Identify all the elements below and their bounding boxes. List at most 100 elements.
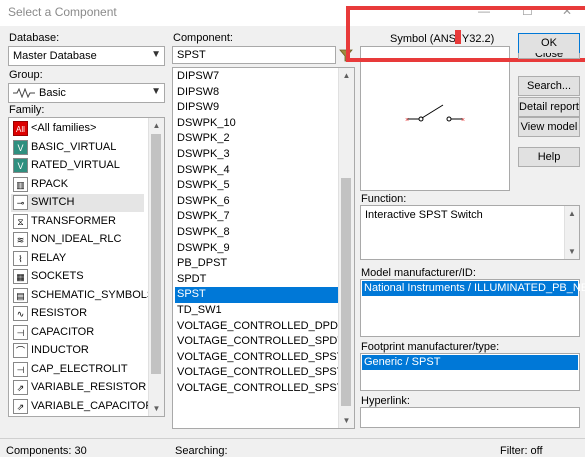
group-label: Group: (9, 69, 43, 81)
family-item-label: SWITCH (31, 196, 75, 208)
family-item[interactable]: All <All families> (11, 120, 144, 138)
function-scrollbar[interactable]: ▲ ▼ (564, 206, 579, 259)
component-item[interactable]: DIPSW9 (175, 100, 339, 116)
family-item[interactable]: ∿ RESISTOR (11, 305, 144, 323)
list-item[interactable]: Generic / SPST (362, 355, 578, 370)
family-item[interactable]: ⊣ CAPACITOR (11, 324, 144, 342)
component-item[interactable]: PB_DPST (175, 256, 339, 272)
family-item[interactable]: V RATED_VIRTUAL (11, 157, 144, 175)
component-item[interactable]: VOLTAGE_CONTROLLED_DPDT (175, 319, 339, 335)
family-item-label: NON_IDEAL_RLC (31, 233, 122, 245)
scroll-up-icon[interactable]: ▲ (565, 206, 579, 221)
family-label: Family: (9, 104, 45, 116)
component-item-label: DSWPK_6 (177, 194, 230, 207)
component-scrollbar[interactable]: ▲ ▼ (338, 68, 354, 428)
component-item[interactable]: VOLTAGE_CONTROLLED_SPST (175, 350, 339, 366)
component-list[interactable]: DIPSW7 DIPSW8 DIPSW9 DSWPK_10 DSWPK_2 DSWPK_3… (172, 67, 355, 429)
component-item-label: VOLTAGE_CONTROLLED_DPDT (177, 319, 339, 332)
chevron-down-icon: ▼ (151, 49, 161, 60)
scroll-up-icon[interactable]: ▲ (149, 118, 164, 133)
model-list[interactable]: National Instruments / ILLUMINATED_PB_NE… (360, 279, 585, 337)
component-input-value: SPST (177, 49, 206, 61)
close-button[interactable]: Close (518, 53, 580, 59)
family-item[interactable]: ⊣ CAP_ELECTROLIT (11, 361, 144, 379)
component-item[interactable]: DIPSW7 (175, 69, 339, 85)
detail-report-button[interactable]: Detail report (518, 97, 580, 117)
family-icon: ▤ (13, 287, 28, 303)
scroll-down-icon[interactable]: ▼ (565, 244, 579, 259)
family-icon: ⧖ (13, 213, 28, 229)
family-item-label: RATED_VIRTUAL (31, 159, 120, 171)
family-icon: ⌒ (13, 343, 28, 358)
component-item-label: DSWPK_10 (177, 116, 236, 129)
status-bar: Components: 30 Searching: Filter: off (0, 438, 585, 457)
search-button[interactable]: Search... (518, 76, 580, 96)
family-icon: ∿ (13, 306, 28, 321)
scroll-thumb[interactable] (341, 178, 351, 406)
component-search-input[interactable]: SPST (172, 46, 336, 64)
family-item[interactable]: ⧖ TRANSFORMER (11, 213, 144, 231)
family-item-label: SCHEMATIC_SYMBOLS (31, 288, 155, 301)
hyperlink-label: Hyperlink: (361, 395, 410, 407)
component-item-label: DSWPK_7 (177, 210, 230, 223)
family-list[interactable]: All <All families> V BASIC_VIRTUAL V RATED_VI… (8, 117, 165, 417)
database-select[interactable]: Master Database ▼ (8, 46, 165, 66)
component-item-label: DSWPK_5 (177, 179, 230, 192)
component-item[interactable]: DSWPK_9 (175, 241, 339, 257)
component-item-label: DIPSW7 (177, 70, 220, 82)
family-scrollbar[interactable]: ▲ ▼ (148, 118, 164, 416)
scroll-down-icon[interactable]: ▼ (149, 401, 164, 416)
family-item[interactable]: ▥ RPACK (11, 176, 144, 194)
family-item[interactable]: ▦ SOCKETS (11, 268, 144, 286)
scroll-down-icon[interactable]: ▼ (339, 413, 354, 428)
component-label: Component: (173, 32, 233, 44)
symbol-preview: × × (360, 46, 510, 191)
family-icon: ⇗ (13, 380, 28, 395)
family-icon: ≋ (13, 232, 28, 247)
component-item[interactable]: DSWPK_10 (175, 116, 339, 132)
family-item[interactable]: ⇗ VARIABLE_CAPACITOR (11, 398, 153, 416)
help-button[interactable]: Help (518, 147, 580, 167)
component-item[interactable]: DSWPK_7 (175, 209, 339, 225)
component-item[interactable]: DSWPK_4 (175, 163, 339, 179)
view-model-button[interactable]: View model (518, 117, 580, 137)
family-item[interactable]: ▤ SCHEMATIC_SYMBOLS (11, 287, 154, 305)
component-item[interactable]: DSWPK_5 (175, 178, 339, 194)
group-select[interactable]: Basic ▼ (8, 83, 165, 103)
filter-status: Filter: off (500, 445, 543, 457)
family-item-label: RESISTOR (31, 307, 88, 319)
function-value: Interactive SPST Switch (365, 209, 483, 221)
spst-switch-icon: × × (405, 104, 465, 124)
family-item[interactable]: ⇗ VARIABLE_RESISTOR (11, 379, 146, 397)
family-item[interactable]: ≋ NON_IDEAL_RLC (11, 231, 144, 249)
footprint-list[interactable]: Generic / SPST (360, 353, 580, 391)
footprint-label: Footprint manufacturer/type: (361, 341, 500, 353)
family-item-label: INDUCTOR (31, 344, 89, 356)
component-item[interactable]: SPST (175, 287, 339, 303)
family-item[interactable]: V BASIC_VIRTUAL (11, 139, 144, 157)
component-item[interactable]: DSWPK_2 (175, 131, 339, 147)
component-item[interactable]: DSWPK_6 (175, 194, 339, 210)
family-item[interactable]: ⌒ INDUCTOR (11, 342, 144, 360)
scroll-thumb[interactable] (151, 134, 161, 374)
family-icon: ⊣ (13, 324, 28, 340)
family-item-label: CAPACITOR (31, 325, 95, 338)
component-item[interactable]: DSWPK_3 (175, 147, 339, 163)
scroll-up-icon[interactable]: ▲ (339, 68, 354, 83)
component-item[interactable]: DSWPK_8 (175, 225, 339, 241)
hyperlink-field[interactable] (360, 407, 580, 428)
component-item[interactable]: TD_SW1 (175, 303, 339, 319)
list-item[interactable]: National Instruments / ILLUMINATED_PB_NE… (362, 281, 585, 296)
component-item-label: VOLTAGE_CONTROLLED_SPDT (177, 335, 339, 348)
family-icon: All (13, 121, 28, 136)
component-item[interactable]: VOLTAGE_CONTROLLED_SPDT (175, 334, 339, 350)
footprint-value: Generic / SPST (364, 356, 441, 368)
component-item[interactable]: VOLTAGE_CONTROLLED_SPST_BOUNC (175, 381, 339, 397)
component-item[interactable]: VOLTAGE_CONTROLLED_SPST_ANIMA (175, 365, 339, 381)
component-item[interactable]: DIPSW8 (175, 85, 339, 101)
component-item[interactable]: SPDT (175, 272, 339, 288)
family-item[interactable]: ⌇ RELAY (11, 250, 144, 268)
family-item[interactable]: ⊸ SWITCH (11, 194, 144, 212)
ok-button[interactable]: OK (518, 33, 580, 54)
family-item-label: <All families> (31, 122, 97, 134)
